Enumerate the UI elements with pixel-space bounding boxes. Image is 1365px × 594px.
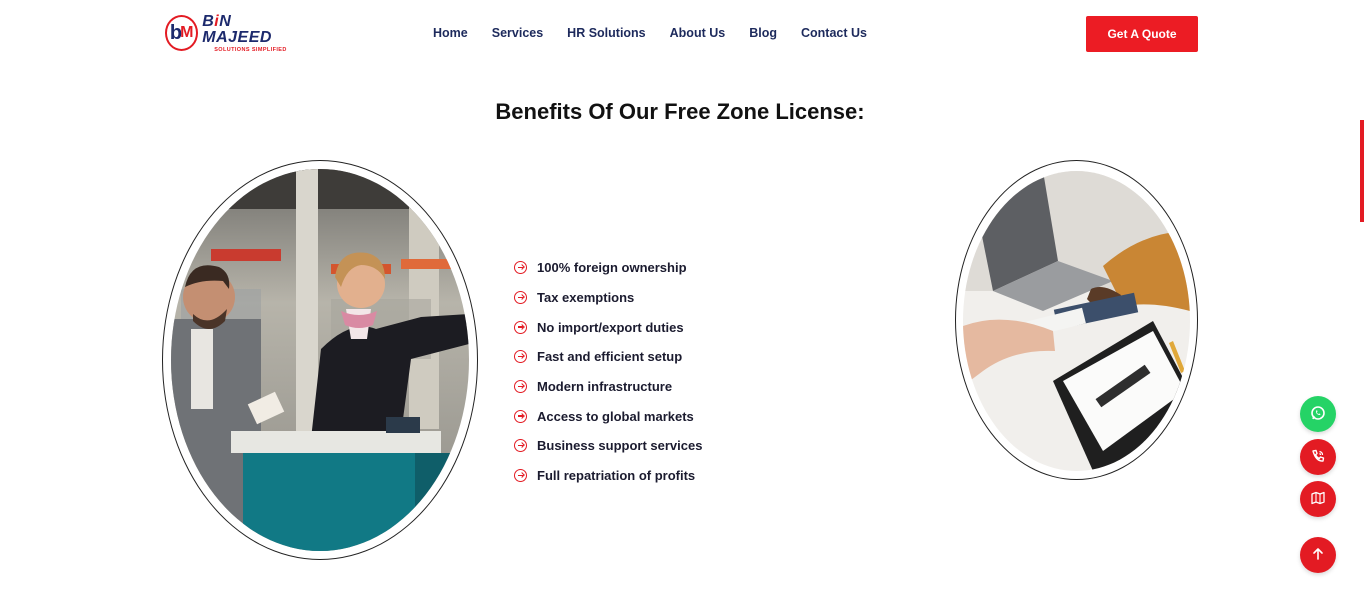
call-button[interactable]: [1300, 439, 1336, 475]
nav-about-us[interactable]: About Us: [670, 26, 726, 40]
logo-name: BiN MAJEED: [202, 12, 272, 46]
nav-home[interactable]: Home: [433, 26, 468, 40]
airport-checkin-image: [171, 169, 469, 551]
nav-hr-solutions[interactable]: HR Solutions: [567, 26, 645, 40]
logo-text: BiN MAJEED SOLUTIONS SIMPLIFIED: [202, 12, 297, 53]
list-item: 100% foreign ownership: [514, 253, 702, 283]
phone-icon: [1310, 448, 1326, 467]
get-a-quote-button[interactable]: Get A Quote: [1086, 16, 1198, 52]
list-item: Tax exemptions: [514, 283, 702, 313]
arrow-circle-icon: [514, 291, 527, 305]
list-item: Modern infrastructure: [514, 372, 702, 402]
list-item: No import/export duties: [514, 312, 702, 342]
passport-handover-image-frame: [955, 160, 1198, 480]
map-icon: [1310, 490, 1326, 509]
logo-tagline: SOLUTIONS SIMPLIFIED: [214, 46, 287, 53]
list-item: Access to global markets: [514, 401, 702, 431]
arrow-circle-icon: [514, 261, 527, 275]
arrow-circle-icon: [514, 409, 527, 423]
arrow-circle-icon: [514, 320, 527, 334]
site-header: bM BiN MAJEED SOLUTIONS SIMPLIFIED Home …: [0, 0, 1365, 68]
whatsapp-button[interactable]: [1300, 396, 1336, 432]
list-item: Fast and efficient setup: [514, 342, 702, 372]
arrow-circle-icon: [514, 350, 527, 364]
logo-mark-icon: bM: [165, 15, 199, 51]
arrow-circle-icon: [514, 439, 527, 453]
list-item: Full repatriation of profits: [514, 461, 702, 491]
map-button[interactable]: [1300, 481, 1336, 517]
nav-contact-us[interactable]: Contact Us: [801, 26, 867, 40]
scroll-indicator[interactable]: [1360, 120, 1364, 222]
arrow-up-icon: [1311, 547, 1325, 564]
scroll-top-button[interactable]: [1300, 537, 1336, 573]
nav-services[interactable]: Services: [492, 26, 543, 40]
benefits-list: 100% foreign ownership Tax exemptions No…: [514, 253, 702, 491]
arrow-circle-icon: [514, 380, 527, 394]
logo[interactable]: bM BiN MAJEED SOLUTIONS SIMPLIFIED: [165, 12, 297, 53]
nav-blog[interactable]: Blog: [749, 26, 777, 40]
airport-checkin-image-frame: [162, 160, 478, 560]
main-nav: Home Services HR Solutions About Us Blog…: [433, 26, 867, 40]
arrow-circle-icon: [514, 469, 527, 483]
section-title: Benefits Of Our Free Zone License:: [495, 99, 865, 124]
whatsapp-icon: [1310, 405, 1326, 424]
passport-handover-image: [963, 171, 1190, 471]
list-item: Business support services: [514, 431, 702, 461]
